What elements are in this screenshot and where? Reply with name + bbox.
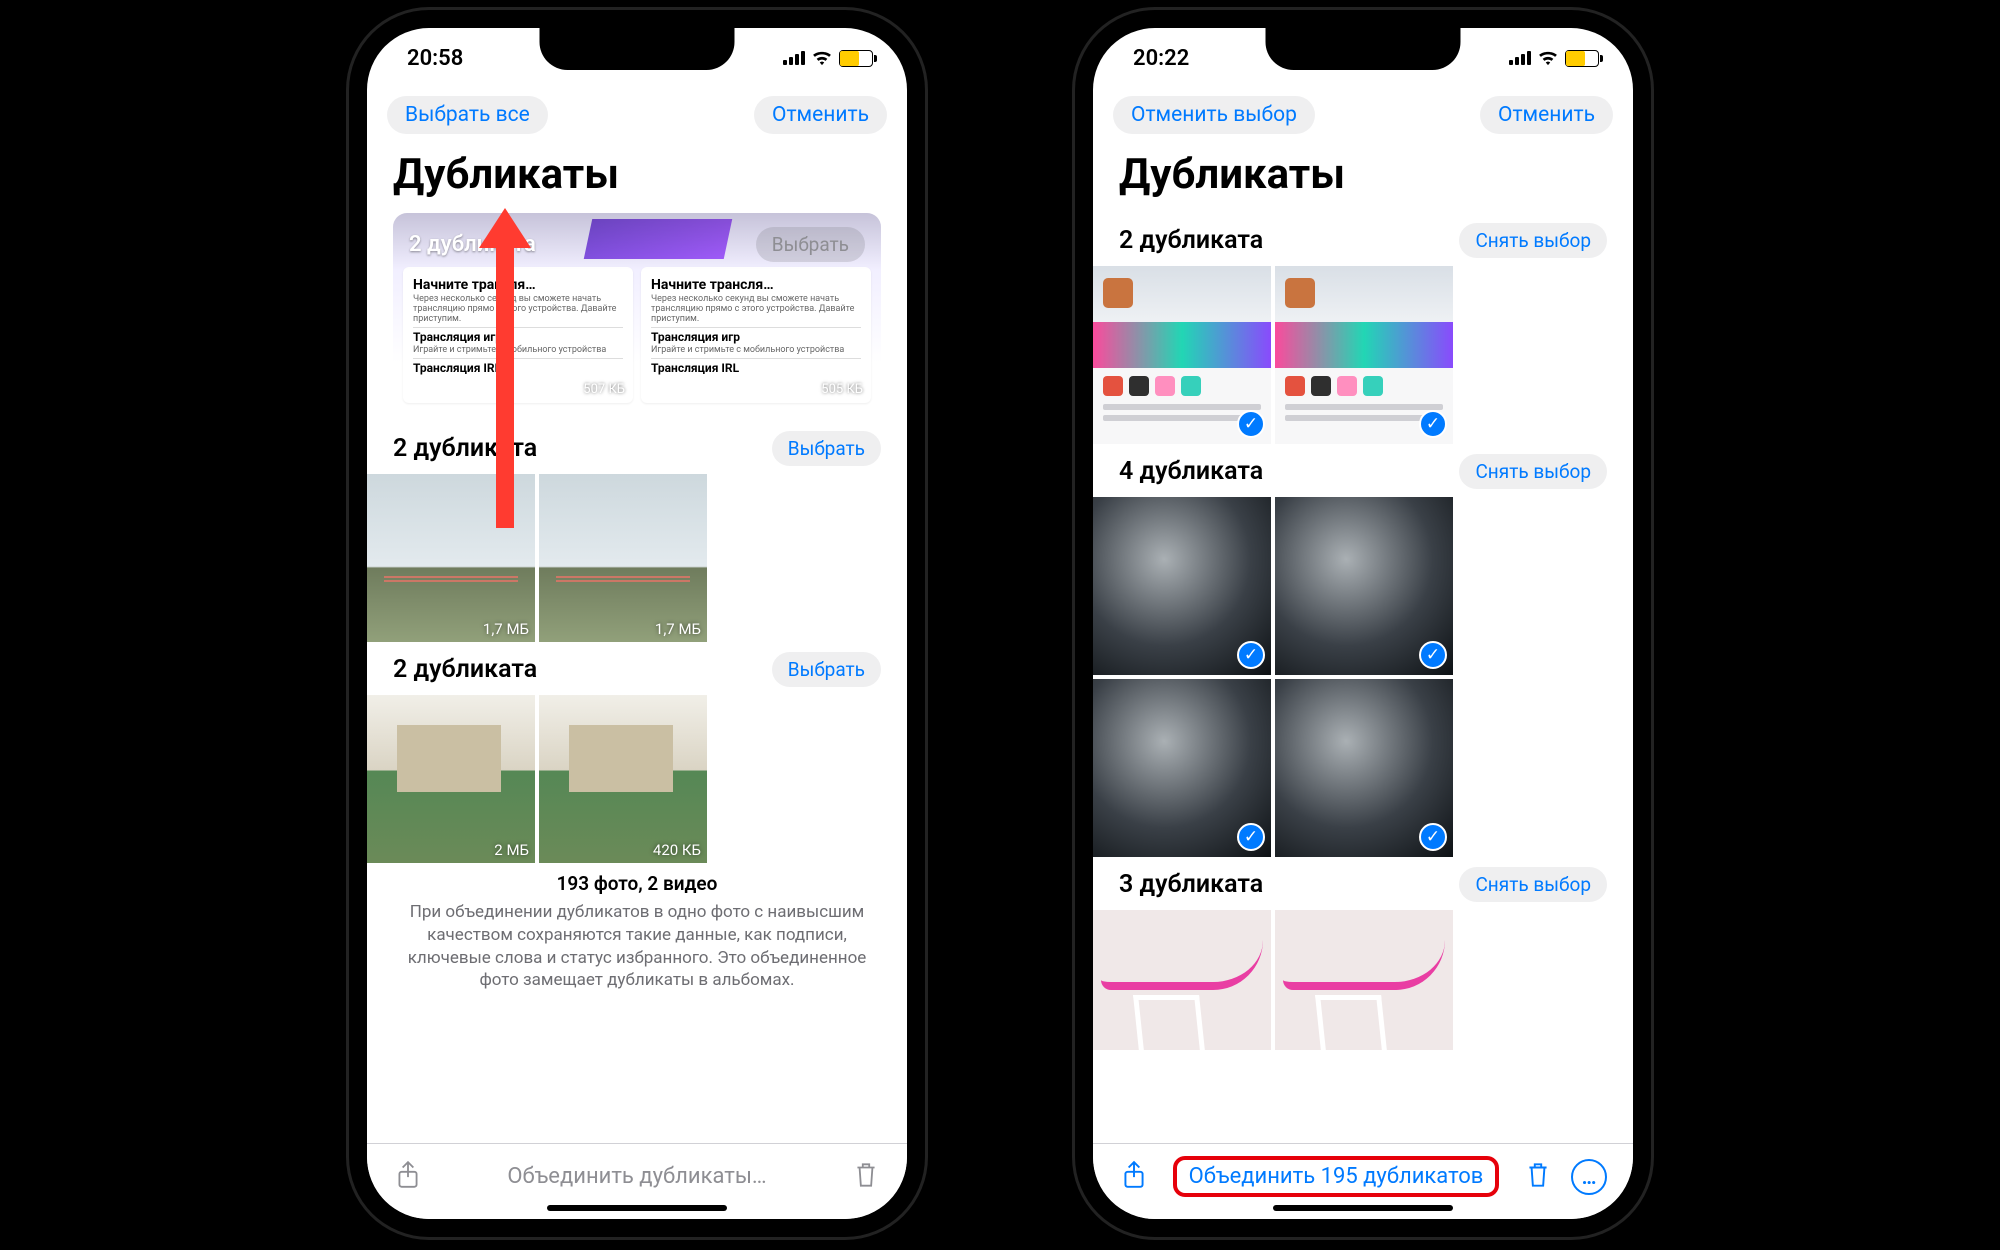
- select-all-button[interactable]: Выбрать все: [387, 96, 548, 134]
- wifi-icon: [1537, 50, 1559, 66]
- group-title: 4 дубликата: [1119, 457, 1263, 486]
- select-button[interactable]: Выбрать: [772, 652, 881, 687]
- select-button[interactable]: Выбрать: [756, 227, 865, 262]
- photo-thumb[interactable]: ✓: [1093, 497, 1271, 675]
- deselect-button[interactable]: Снять выбор: [1459, 223, 1607, 258]
- file-size: 420 КБ: [653, 841, 701, 859]
- notch: [1266, 28, 1461, 70]
- selected-check-icon: ✓: [1419, 641, 1447, 669]
- group-title: 2 дубликата: [393, 655, 537, 684]
- annotation-arrow: [479, 208, 531, 528]
- more-icon[interactable]: …: [1571, 1159, 1607, 1195]
- battery-icon: [1565, 50, 1599, 67]
- wifi-icon: [811, 50, 833, 66]
- file-size: 2 МБ: [494, 841, 529, 859]
- status-time: 20:58: [407, 46, 463, 71]
- cellular-icon: [1509, 51, 1531, 65]
- merge-button[interactable]: Объединить 195 дубликатов: [1189, 1164, 1484, 1189]
- summary-text: 193 фото, 2 видео При объединении дублик…: [367, 863, 907, 1010]
- photo-thumb[interactable]: ✓: [1093, 679, 1271, 857]
- trash-icon[interactable]: [1523, 1160, 1553, 1194]
- deselect-button[interactable]: Снять выбор: [1459, 867, 1607, 902]
- selected-check-icon: ✓: [1237, 641, 1265, 669]
- photo-thumb[interactable]: ✓: [1275, 679, 1453, 857]
- annotation-highlight: Объединить 195 дубликатов: [1173, 1156, 1500, 1197]
- battery-icon: [839, 50, 873, 67]
- home-indicator: [547, 1205, 727, 1211]
- duplicates-list[interactable]: 2 дубликата Снять выбор ✓ ✓: [1093, 213, 1633, 1143]
- selected-check-icon: ✓: [1237, 823, 1265, 851]
- deselect-button[interactable]: Снять выбор: [1459, 454, 1607, 489]
- group-title: 3 дубликата: [1119, 870, 1263, 899]
- cellular-icon: [783, 51, 805, 65]
- cancel-button[interactable]: Отменить: [1480, 96, 1613, 134]
- photo-thumb[interactable]: ✓: [1093, 266, 1271, 444]
- photo-thumb[interactable]: 420 КБ: [539, 695, 707, 863]
- selected-check-icon: ✓: [1419, 823, 1447, 851]
- phone-right: 20:22 Отменить выбор Отменить Дубликаты …: [1075, 10, 1651, 1237]
- phone-left: 20:58 Выбрать все Отменить Дубликаты 2 д…: [349, 10, 925, 1237]
- status-time: 20:22: [1133, 46, 1189, 71]
- page-title: Дубликаты: [1093, 146, 1633, 213]
- photo-thumb[interactable]: 1,7 МБ: [539, 474, 707, 642]
- group-title: 2 дубликата: [1119, 226, 1263, 255]
- select-button[interactable]: Выбрать: [772, 431, 881, 466]
- notch: [540, 28, 735, 70]
- duplicate-group: 2 дубликата Выбрать Начните трансля… Чер…: [393, 213, 881, 413]
- page-title: Дубликаты: [367, 146, 907, 213]
- selected-check-icon: ✓: [1237, 410, 1265, 438]
- file-size: 1,7 МБ: [655, 620, 701, 638]
- duplicates-list[interactable]: 2 дубликата Выбрать Начните трансля… Чер…: [367, 213, 907, 1143]
- photo-thumb[interactable]: [1093, 910, 1271, 1050]
- home-indicator: [1273, 1205, 1453, 1211]
- photo-thumb[interactable]: 2 МБ: [367, 695, 535, 863]
- file-size: 1,7 МБ: [483, 620, 529, 638]
- photo-thumb[interactable]: [1275, 910, 1453, 1050]
- file-size: 507 КБ: [583, 383, 625, 397]
- photo-thumb[interactable]: ✓: [1275, 266, 1453, 444]
- photo-thumb[interactable]: Начните трансля… Через несколько секунд …: [641, 267, 871, 403]
- trash-icon[interactable]: [851, 1160, 881, 1194]
- photo-thumb[interactable]: ✓: [1275, 497, 1453, 675]
- selected-check-icon: ✓: [1419, 410, 1447, 438]
- share-icon[interactable]: [1119, 1160, 1149, 1194]
- merge-button: Объединить дубликаты…: [507, 1164, 766, 1189]
- share-icon[interactable]: [393, 1160, 423, 1194]
- cancel-button[interactable]: Отменить: [754, 96, 887, 134]
- deselect-button[interactable]: Отменить выбор: [1113, 96, 1315, 134]
- file-size: 505 КБ: [821, 383, 863, 397]
